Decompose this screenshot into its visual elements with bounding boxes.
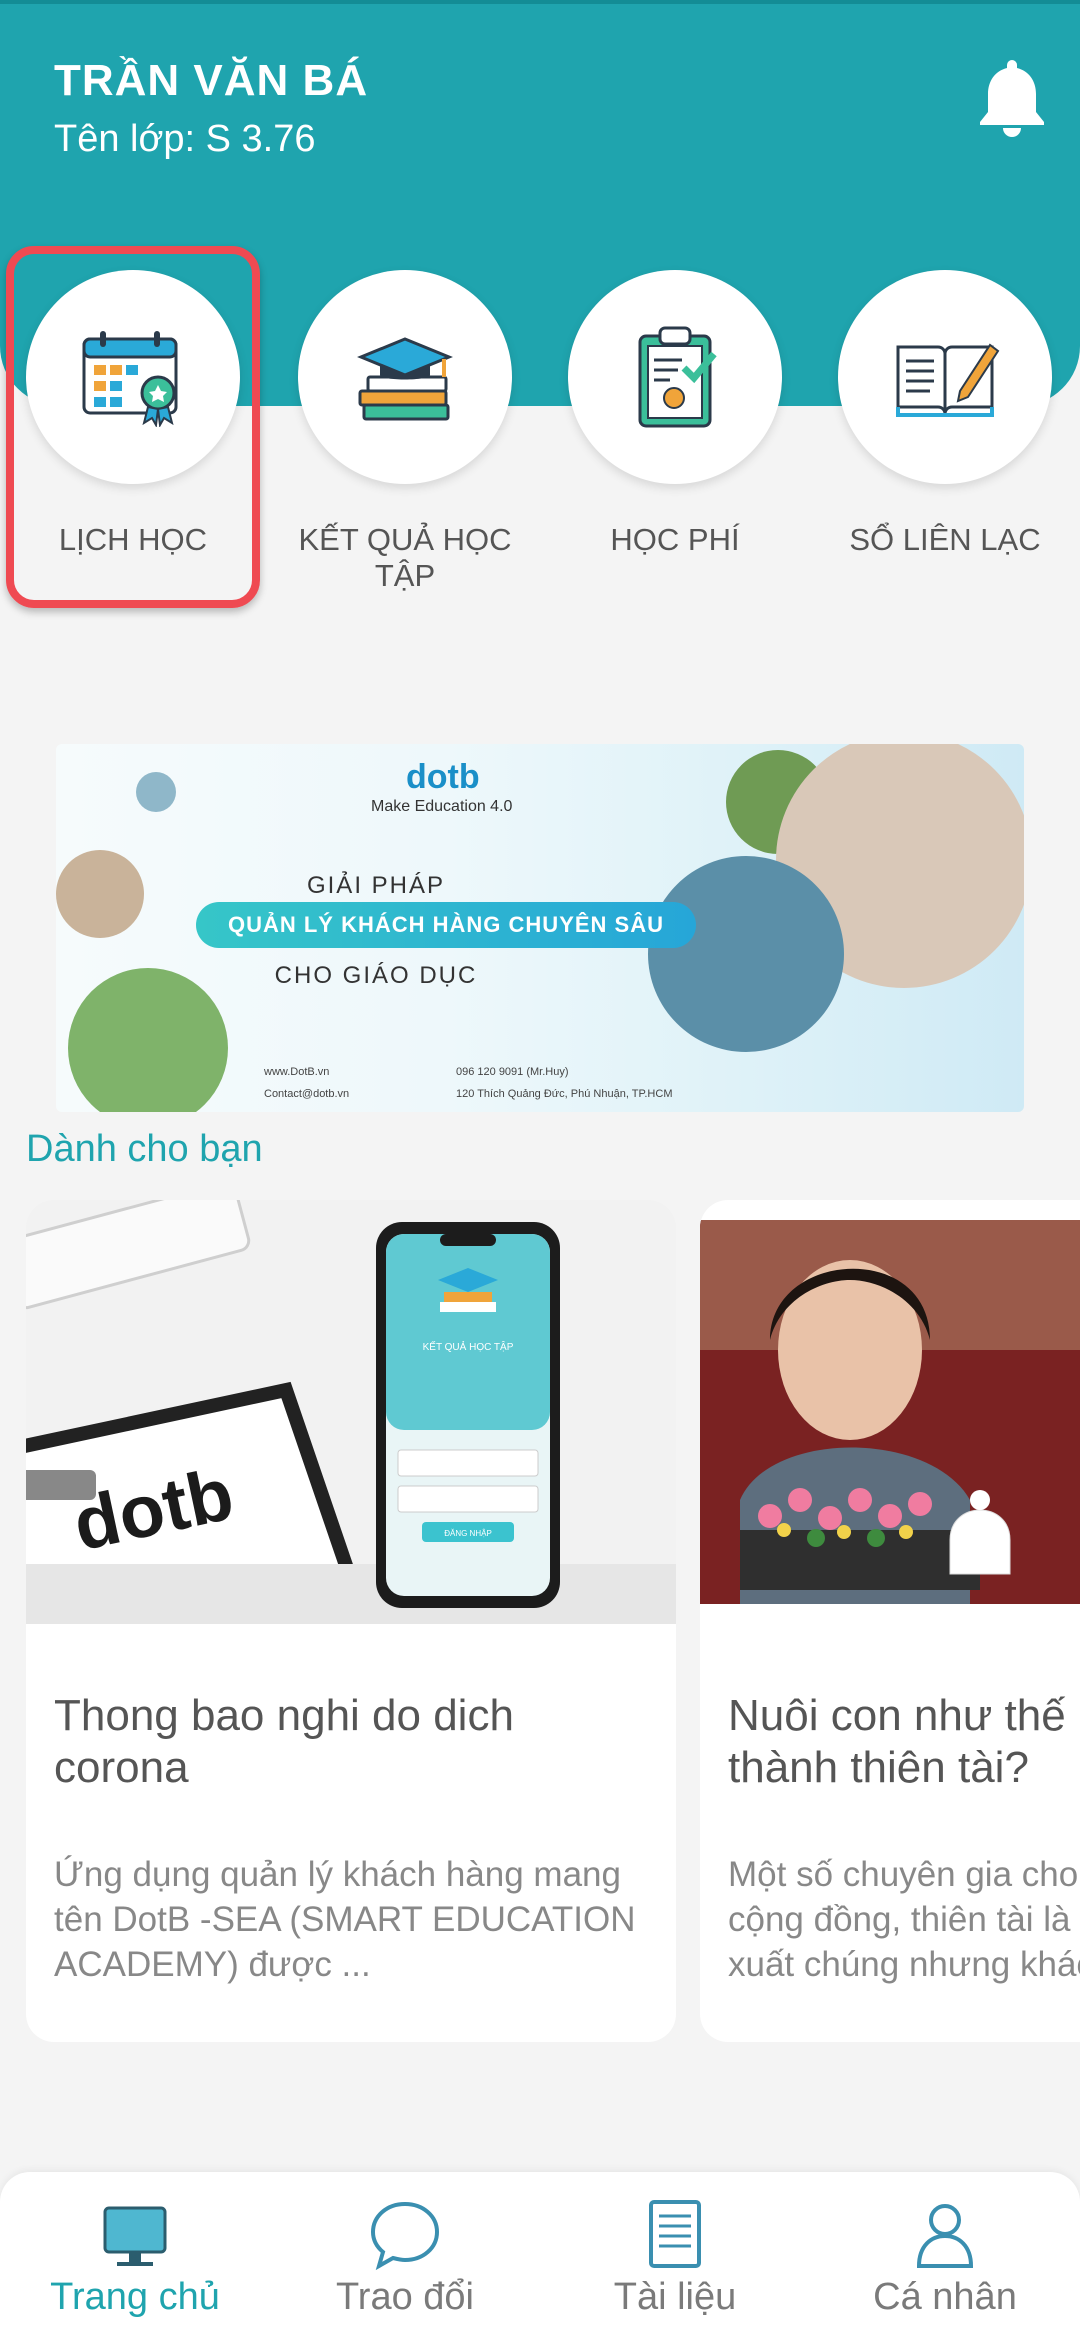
banner-website: www.DotB.vn bbox=[264, 1066, 330, 1078]
status-line bbox=[0, 0, 1080, 4]
menu-so-lien-lac-label: SỔ LIÊN LẠC bbox=[849, 522, 1041, 557]
banner-line2: QUẢN LÝ KHÁCH HÀNG CHUYÊN SÂU bbox=[196, 902, 696, 948]
menu-hoc-phi-circle[interactable] bbox=[568, 270, 782, 484]
student-name: TRẦN VĂN BÁ bbox=[54, 56, 369, 105]
svg-text:ĐĂNG NHẬP: ĐĂNG NHẬP bbox=[444, 1529, 492, 1538]
tab-ca-nhan-label: Cá nhân bbox=[873, 2276, 1017, 2318]
tab-ca-nhan[interactable]: Cá nhân bbox=[810, 2172, 1080, 2328]
section-title: Dành cho bạn bbox=[26, 1128, 263, 1170]
menu-hoc-phi[interactable]: HỌC PHÍ bbox=[550, 270, 800, 610]
tab-trang-chu[interactable]: Trang chủ bbox=[0, 2172, 270, 2328]
menu-hoc-phi-label: HỌC PHÍ bbox=[610, 522, 740, 557]
bell-icon[interactable] bbox=[976, 56, 1048, 140]
banner-line3: CHO GIÁO DỤC bbox=[274, 962, 478, 989]
news-card[interactable]: dotb KẾT QUẢ HỌC TẬP ĐĂNG NHẬP Thong bao… bbox=[26, 1200, 676, 2042]
news-card-image bbox=[700, 1200, 1080, 1624]
news-card[interactable]: Nuôi con như thế nào để trở thành thiên … bbox=[700, 1200, 1080, 2042]
monitor-icon bbox=[103, 2206, 167, 2266]
banner-tagline: Make Education 4.0 bbox=[371, 798, 513, 815]
tab-trang-chu-label: Trang chủ bbox=[50, 2276, 220, 2318]
graduation-books-icon bbox=[357, 337, 453, 421]
news-card-title: Thong bao nghi do dich corona bbox=[54, 1691, 514, 1792]
news-card-description: Một số chuyên gia cho rằng trong cộng đồ… bbox=[728, 1855, 1080, 1984]
news-card-description: Ứng dụng quản lý khách hàng mang tên Dot… bbox=[54, 1855, 636, 1984]
tab-trao-doi-label: Trao đổi bbox=[336, 2276, 474, 2318]
open-book-pen-icon bbox=[896, 343, 1000, 417]
banner-line1: GIẢI PHÁP bbox=[306, 872, 446, 899]
banner-phone: 096 120 9091 (Mr.Huy) bbox=[456, 1066, 569, 1078]
banner-logo: dotb bbox=[406, 758, 480, 796]
chat-bubble-icon bbox=[370, 2201, 440, 2271]
class-name: Tên lớp: S 3.76 bbox=[54, 118, 316, 160]
clipboard-fee-icon bbox=[638, 326, 717, 428]
home-screen: TRẦN VĂN BÁ Tên lớp: S 3.76 LỊCH HỌC KẾT… bbox=[0, 0, 1080, 2328]
menu-so-lien-lac-circle[interactable] bbox=[838, 270, 1052, 484]
tab-tai-lieu[interactable]: Tài liệu bbox=[540, 2172, 810, 2328]
menu-ket-qua-hoc-tap[interactable]: KẾT QUẢ HỌC TẬP bbox=[280, 270, 530, 610]
bottom-navigation: Trang chủ Trao đổi Tài liệu Cá nhân bbox=[0, 2172, 1080, 2328]
promo-banner[interactable]: dotb Make Education 4.0 GIẢI PHÁP QUẢN L… bbox=[56, 744, 1024, 1112]
banner-address: 120 Thích Quảng Đức, Phú Nhuận, TP.HCM bbox=[456, 1088, 673, 1100]
svg-text:KẾT QUẢ HỌC TẬP: KẾT QUẢ HỌC TẬP bbox=[423, 1340, 514, 1353]
menu-ket-qua-circle[interactable] bbox=[298, 270, 512, 484]
user-icon bbox=[916, 2204, 974, 2268]
banner-email: Contact@dotb.vn bbox=[264, 1088, 350, 1100]
menu-ket-qua-label: KẾT QUẢ HỌC TẬP bbox=[298, 522, 512, 593]
document-icon bbox=[649, 2200, 701, 2268]
menu-so-lien-lac[interactable]: SỔ LIÊN LẠC bbox=[820, 270, 1070, 610]
tab-trao-doi[interactable]: Trao đổi bbox=[270, 2172, 540, 2328]
news-card-image: dotb KẾT QUẢ HỌC TẬP ĐĂNG NHẬP bbox=[26, 1200, 676, 1624]
news-card-title: Nuôi con như thế nào để trở thành thiên … bbox=[728, 1691, 1080, 1792]
highlight-frame bbox=[6, 246, 260, 608]
tab-tai-lieu-label: Tài liệu bbox=[613, 2276, 737, 2318]
